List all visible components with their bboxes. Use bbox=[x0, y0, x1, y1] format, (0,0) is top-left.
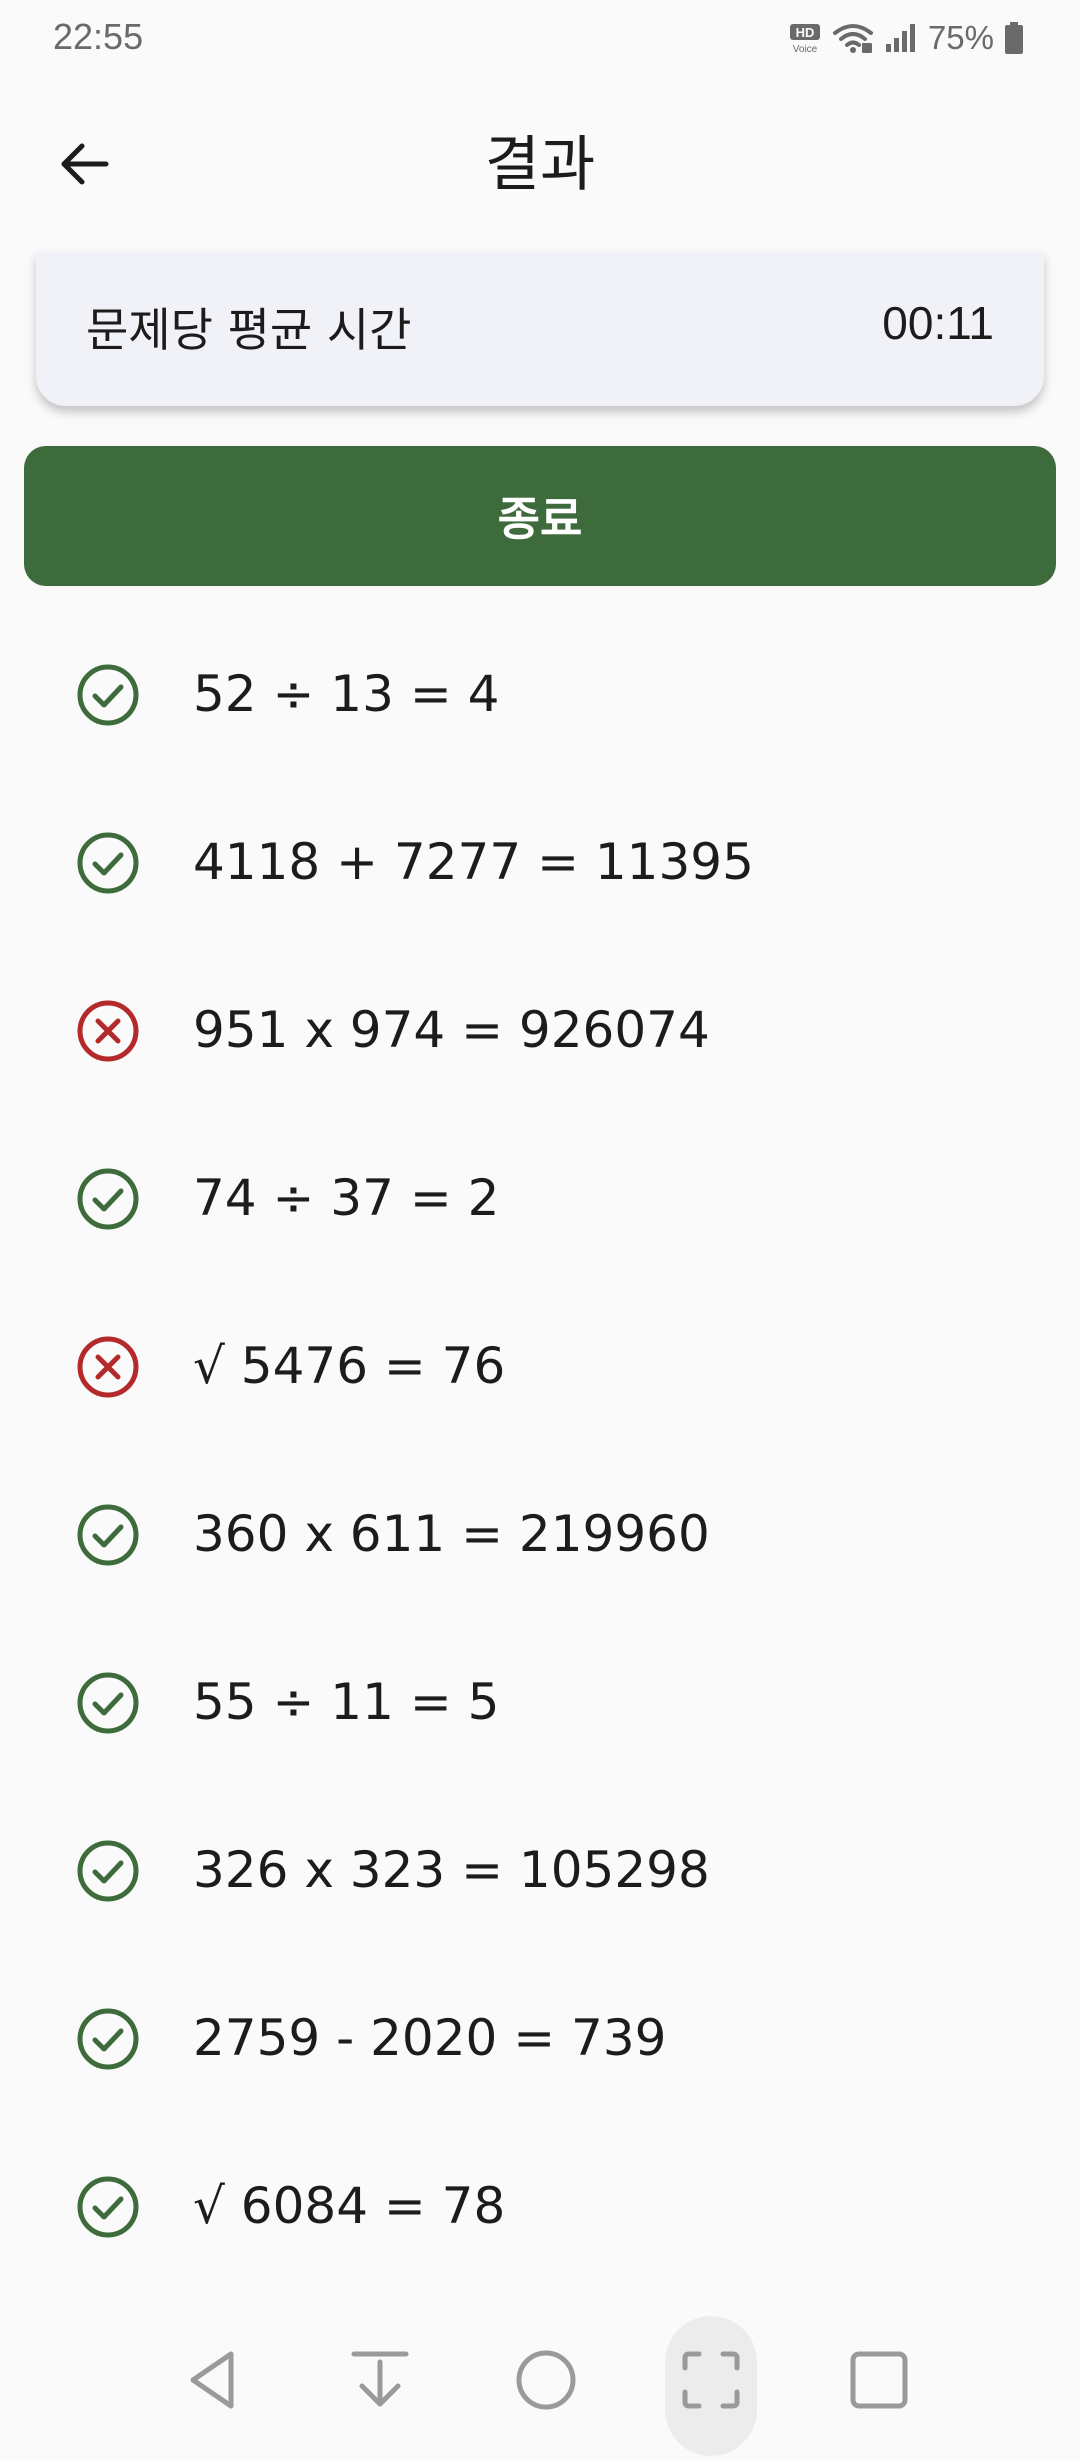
result-expression: √ 6084 = 78 bbox=[193, 2177, 506, 2235]
result-expression: 326 x 323 = 105298 bbox=[193, 1841, 710, 1899]
nav-screenshot-button[interactable] bbox=[661, 2330, 761, 2430]
status-bar: 22:55 HD Voice 75% bbox=[0, 0, 1080, 78]
page-title: 결과 bbox=[484, 130, 596, 200]
result-row: 52 ÷ 13 = 4 bbox=[0, 611, 1080, 779]
average-time-card: 문제당 평균 시간 00:11 bbox=[36, 252, 1044, 406]
check-circle-icon bbox=[77, 1840, 139, 1902]
result-row: 55 ÷ 11 = 5 bbox=[0, 1619, 1080, 1787]
average-time-label: 문제당 평균 시간 bbox=[86, 303, 412, 357]
result-row: 360 x 611 = 219960 bbox=[0, 1451, 1080, 1619]
result-expression: √ 5476 = 76 bbox=[193, 1337, 506, 1395]
x-circle-icon bbox=[77, 1336, 139, 1398]
x-circle-icon bbox=[77, 1000, 139, 1062]
result-row: √ 5476 = 76 bbox=[0, 1283, 1080, 1451]
system-nav-bar bbox=[0, 2300, 1080, 2460]
nav-download-button[interactable] bbox=[330, 2330, 430, 2430]
download-icon bbox=[351, 2351, 409, 2407]
check-circle-icon bbox=[77, 1672, 139, 1734]
nav-back-button[interactable] bbox=[163, 2330, 263, 2430]
hd-voice-label: HD bbox=[796, 25, 815, 40]
nav-home-button[interactable] bbox=[496, 2330, 596, 2430]
result-expression: 4118 + 7277 = 11395 bbox=[193, 833, 754, 891]
back-triangle-icon bbox=[190, 2351, 234, 2409]
result-expression: 2759 - 2020 = 739 bbox=[193, 2009, 667, 2067]
signal-icon bbox=[885, 24, 915, 52]
result-row: 2759 - 2020 = 739 bbox=[0, 1955, 1080, 2123]
status-time: 22:55 bbox=[53, 16, 144, 57]
finish-button[interactable]: 종료 bbox=[24, 446, 1056, 586]
app-bar: 결과 bbox=[0, 78, 1080, 248]
hd-voice-sub: Voice bbox=[793, 44, 818, 54]
status-icons: HD Voice 75% bbox=[788, 18, 1024, 58]
result-row: 951 x 974 = 926074 bbox=[0, 947, 1080, 1115]
screenshot-frame-icon bbox=[682, 2351, 740, 2409]
check-circle-icon bbox=[77, 832, 139, 894]
result-expression: 951 x 974 = 926074 bbox=[193, 1001, 710, 1059]
result-row: √ 6084 = 78 bbox=[0, 2123, 1080, 2291]
average-time-value: 00:11 bbox=[882, 297, 994, 349]
recents-square-icon bbox=[850, 2351, 908, 2409]
check-circle-icon bbox=[77, 2008, 139, 2070]
result-row: 74 ÷ 37 = 2 bbox=[0, 1115, 1080, 1283]
result-row: 326 x 323 = 105298 bbox=[0, 1787, 1080, 1955]
result-expression: 360 x 611 = 219960 bbox=[193, 1505, 710, 1563]
home-circle-icon bbox=[516, 2350, 576, 2410]
result-row: 4118 + 7277 = 11395 bbox=[0, 779, 1080, 947]
result-expression: 52 ÷ 13 = 4 bbox=[193, 665, 500, 723]
check-circle-icon bbox=[77, 1168, 139, 1230]
check-circle-icon bbox=[77, 1504, 139, 1566]
check-circle-icon bbox=[77, 2176, 139, 2238]
result-expression: 74 ÷ 37 = 2 bbox=[193, 1169, 500, 1227]
result-list: 52 ÷ 13 = 4 4118 + 7277 = 11395 951 x 97… bbox=[0, 611, 1080, 2291]
battery-percent: 75% bbox=[927, 19, 994, 56]
battery-icon bbox=[1005, 22, 1023, 54]
check-circle-icon bbox=[77, 664, 139, 726]
wifi-icon bbox=[832, 24, 873, 53]
hd-voice-icon: HD Voice bbox=[789, 24, 820, 54]
nav-recents-button[interactable] bbox=[829, 2330, 929, 2430]
result-expression: 55 ÷ 11 = 5 bbox=[193, 1673, 500, 1731]
